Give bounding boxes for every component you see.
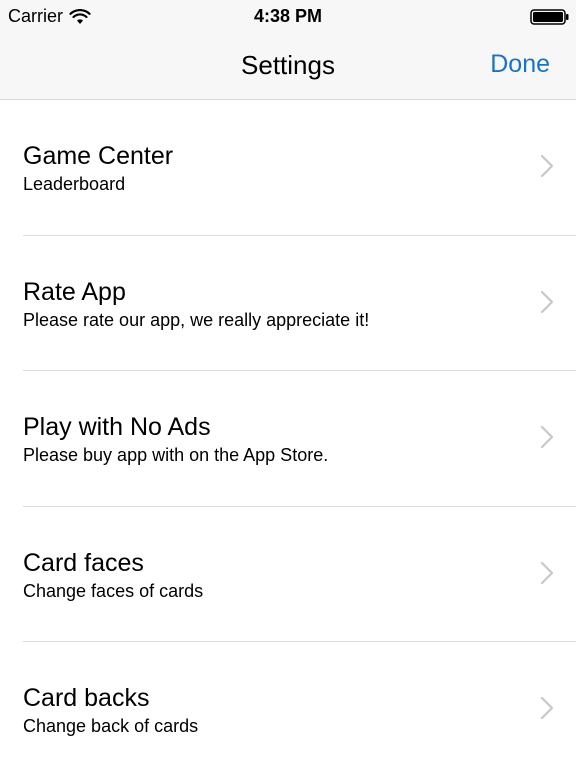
settings-item-no-ads[interactable]: Play with No Ads Please buy app with on … [0,371,576,507]
settings-item-card-backs[interactable]: Card backs Change back of cards [0,642,576,778]
settings-item-subtitle: Please buy app with on the App Store. [23,445,329,465]
chevron-right-icon [540,561,554,584]
done-button[interactable]: Done [490,50,550,79]
settings-item-title: Play with No Ads [23,413,211,441]
settings-item-title: Game Center [23,142,174,170]
settings-item-subtitle: Change faces of cards [23,580,204,601]
chevron-right-icon [540,290,554,313]
status-time: 4:38 PM [253,6,323,26]
settings-item-subtitle: Change back of cards [23,716,199,736]
settings-item-title: Card backs [23,684,150,712]
settings-item-subtitle: Leaderboard [23,174,126,194]
chevron-right-icon [540,154,554,178]
chevron-right-icon [540,696,554,720]
header: Carrier 4:38 PM Settings Done [0,0,576,100]
settings-list: Game Center Leaderboard Rate App Please … [0,100,576,778]
status-bar: Carrier 4:38 PM [0,0,576,32]
settings-item-title: Card faces [23,548,144,577]
battery-full-icon [530,9,569,25]
nav-bar: Settings Done [0,36,576,96]
settings-item-subtitle: Please rate our app, we really appreciat… [23,309,370,330]
settings-item-card-faces[interactable]: Card faces Change faces of cards [0,507,576,642]
chevron-right-icon [540,425,554,449]
settings-item-title: Rate App [23,277,126,306]
settings-item-game-center[interactable]: Game Center Leaderboard [0,100,576,236]
settings-item-rate-app[interactable]: Rate App Please rate our app, we really … [0,236,576,371]
